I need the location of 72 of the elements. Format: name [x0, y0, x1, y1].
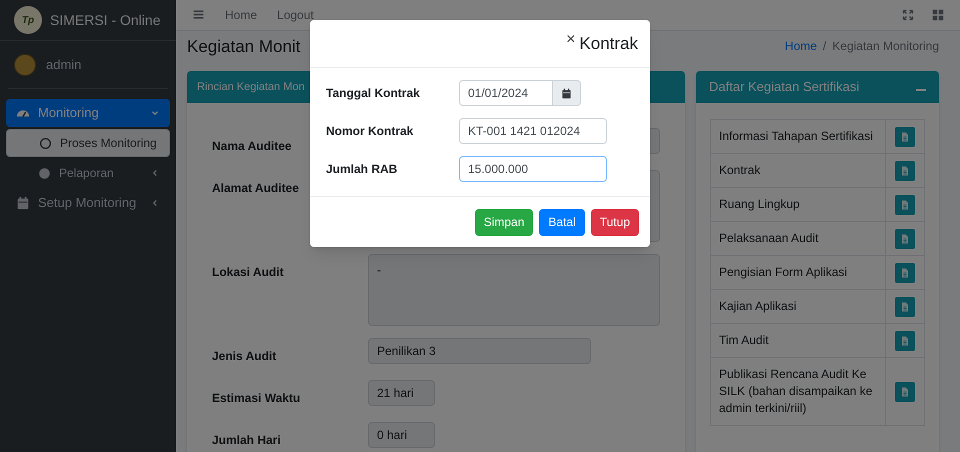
calendar-button[interactable] — [553, 80, 581, 106]
table-cell: Publikasi Rencana Audit Ke SILK (bahan disampaikan ke admin terkini/riil) — [711, 358, 886, 425]
card-title: Daftar Kegiatan Sertifikasi — [709, 78, 860, 96]
nav-subitem[interactable]: Pelaporan — [6, 159, 170, 187]
text-area[interactable]: - — [368, 254, 660, 326]
field-label: Tanggal Kontrak — [326, 86, 420, 100]
breadcrumb-separator: / — [822, 38, 826, 56]
modal-button[interactable]: Simpan — [474, 208, 534, 236]
document-button[interactable] — [895, 228, 915, 248]
nav-item[interactable]: Setup Monitoring — [6, 189, 170, 217]
document-icon — [899, 164, 911, 176]
nav-label: Proses Monitoring — [60, 135, 157, 152]
nav-label: Setup Monitoring — [38, 194, 136, 212]
user-avatar — [14, 54, 36, 76]
input-field[interactable]: KT-001 1421 012024 — [459, 118, 607, 144]
fullscreen-icon — [902, 8, 914, 21]
document-icon — [899, 232, 911, 244]
field-label: Jenis Audit — [212, 349, 276, 363]
field-label: Lokasi Audit — [212, 265, 284, 279]
nav-label: Pelaporan — [59, 165, 114, 182]
document-button[interactable] — [895, 262, 915, 282]
breadcrumb-current: Kegiatan Monitoring — [832, 38, 939, 56]
nav-item[interactable]: Monitoring — [6, 99, 170, 127]
document-icon — [899, 198, 911, 210]
input-field[interactable]: Penilikan 3 — [368, 338, 591, 364]
document-icon — [899, 266, 911, 278]
document-button[interactable] — [895, 296, 915, 316]
modal-button[interactable]: Batal — [539, 208, 585, 236]
input-field[interactable]: 15.000.000 — [459, 156, 607, 182]
nav-link[interactable]: Logout — [277, 6, 314, 24]
document-icon — [899, 386, 911, 398]
input-field[interactable]: 0 hari — [368, 422, 435, 448]
document-button[interactable] — [895, 160, 915, 180]
calendar-icon — [16, 196, 30, 210]
table-cell: Informasi Tahapan Sertifikasi — [711, 120, 886, 153]
breadcrumb-link[interactable]: Home — [784, 37, 817, 56]
field-label: Alamat Auditee — [212, 181, 299, 195]
table-cell: Kontrak — [711, 154, 886, 187]
document-icon — [899, 334, 911, 346]
document-icon — [899, 130, 911, 142]
nav-label: Monitoring — [38, 104, 99, 122]
document-icon — [899, 300, 911, 312]
field-label: Nama Auditee — [212, 139, 292, 153]
logo: Tp — [14, 6, 42, 34]
nav-subitem[interactable]: Proses Monitoring — [6, 129, 170, 157]
user-name[interactable]: admin — [46, 54, 82, 74]
document-button[interactable] — [895, 126, 915, 146]
field-label: Estimasi Waktu — [212, 391, 300, 405]
document-button[interactable] — [895, 382, 915, 402]
table-cell: Ruang Lingkup — [711, 188, 886, 221]
field-label: Nomor Kontrak — [326, 124, 414, 138]
dot-icon — [38, 166, 51, 180]
document-button[interactable] — [895, 330, 915, 350]
modal-button[interactable]: Tutup — [590, 208, 639, 236]
table-cell: Tim Audit — [711, 324, 886, 357]
input-field[interactable]: 21 hari — [368, 380, 435, 406]
menu-icon — [192, 8, 205, 22]
field-label: Jumlah Hari — [212, 433, 281, 447]
page-title: Kegiatan Monit — [187, 36, 300, 58]
table-cell: Kajian Aplikasi — [711, 290, 886, 323]
close-button[interactable]: × — [566, 32, 576, 48]
field-label: Jumlah RAB — [326, 162, 398, 176]
brand-title: SIMERSI - Online — [50, 10, 160, 30]
modal-title: Kontrak — [579, 32, 638, 55]
circle-icon — [39, 136, 52, 150]
grid-icon — [932, 8, 944, 21]
table-cell: Pelaksanaan Audit — [711, 222, 886, 255]
nav-link[interactable]: Home — [225, 6, 258, 24]
calendar-icon — [561, 88, 572, 98]
document-button[interactable] — [895, 194, 915, 214]
date-field[interactable]: 01/01/2024 — [459, 80, 553, 106]
table-cell: Pengisian Form Aplikasi — [711, 256, 886, 289]
